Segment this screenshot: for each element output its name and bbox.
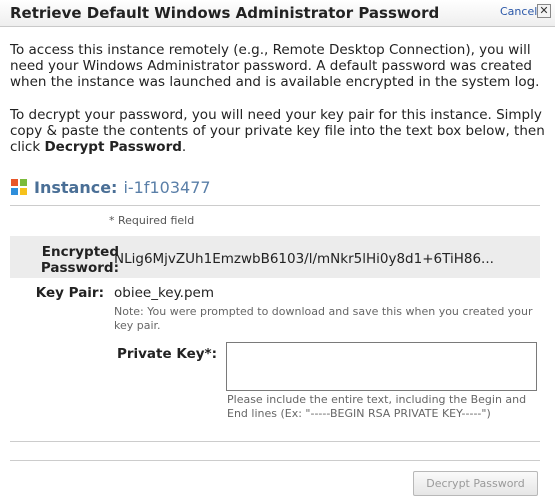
decrypt-password-button[interactable]: Decrypt Password [413, 471, 538, 496]
intro-paragraph-1: To access this instance remotely (e.g., … [10, 42, 540, 90]
divider [10, 205, 540, 206]
instance-label: Instance: [34, 177, 118, 197]
encrypted-password-label-line1: Encrypted [41, 244, 119, 260]
private-key-note: Please include the entire text, includin… [227, 393, 527, 420]
divider [10, 460, 540, 461]
dialog-titlebar: Retrieve Default Windows Administrator P… [0, 0, 555, 27]
close-icon[interactable]: ✕ [537, 4, 551, 18]
windows-icon [11, 179, 27, 195]
intro-paragraph-2-suffix: . [181, 139, 187, 155]
dialog-title: Retrieve Default Windows Administrator P… [10, 4, 440, 22]
required-field-note: * Required field [109, 214, 195, 227]
divider [10, 441, 540, 442]
encrypted-password-label: Encrypted Password: [19, 244, 119, 276]
intro-paragraph-2-bold: Decrypt Password [44, 139, 182, 155]
cancel-link[interactable]: Cancel [500, 5, 537, 18]
key-pair-label: Key Pair: [35, 285, 104, 301]
private-key-label: Private Key*: [116, 346, 217, 362]
key-pair-value: obiee_key.pem [114, 285, 214, 301]
private-key-textarea[interactable] [226, 342, 537, 391]
encrypted-password-label-line2: Password: [40, 260, 119, 276]
instance-id: i-1f103477 [123, 177, 211, 197]
encrypted-password-value: NLig6MjvZUh1EmzwbB6103/l/mNkr5lHi0y8d1+6… [114, 251, 494, 267]
instance-row: Instance: i-1f103477 [10, 176, 211, 198]
intro-paragraph-2: To decrypt your password, you will need … [10, 107, 550, 155]
key-pair-note: Note: You were prompted to download and … [114, 305, 533, 332]
